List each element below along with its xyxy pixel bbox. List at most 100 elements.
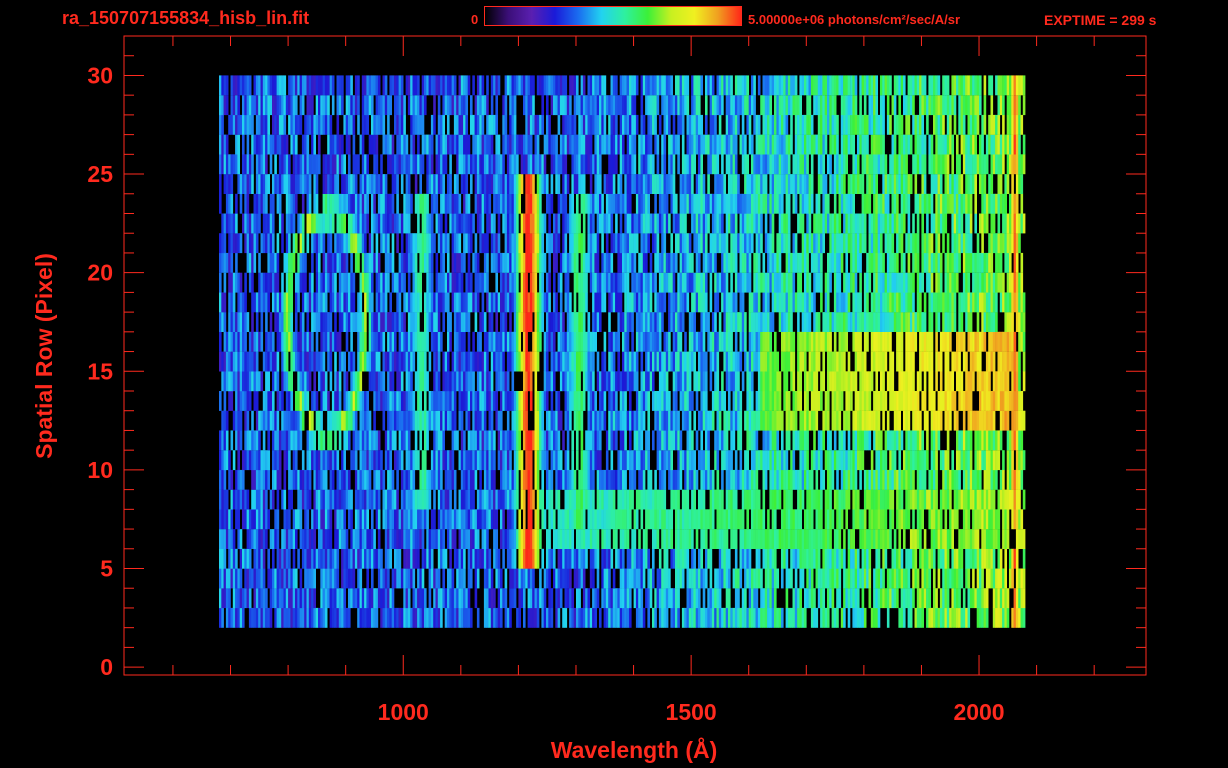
heatmap-cell: [813, 292, 816, 313]
heatmap-cell: [368, 450, 372, 471]
heatmap-cell: [523, 509, 526, 530]
heatmap-cell: [728, 292, 731, 313]
heatmap-cell: [559, 450, 563, 471]
heatmap-cell: [387, 568, 390, 589]
heatmap-cell: [686, 509, 690, 530]
heatmap-cell: [523, 489, 526, 510]
heatmap-cell: [571, 391, 574, 411]
heatmap-cell: [255, 489, 259, 510]
heatmap-cell: [299, 509, 303, 530]
heatmap-cell: [426, 331, 429, 352]
heatmap-cell: [414, 450, 418, 471]
heatmap-cell: [868, 469, 872, 490]
heatmap-cell: [880, 292, 883, 313]
heatmap-cell: [329, 489, 333, 510]
heatmap-cell: [281, 292, 284, 313]
heatmap-cell: [380, 588, 383, 609]
heatmap-cell: [972, 371, 975, 392]
heatmap-cell: [857, 548, 860, 569]
heatmap-cell: [757, 489, 761, 510]
heatmap-cell: [290, 331, 293, 352]
heatmap-cell: [863, 430, 867, 451]
heatmap-cell: [937, 292, 941, 313]
heatmap-cell: [239, 272, 243, 293]
heatmap-cell: [244, 588, 247, 609]
heatmap-cell: [1004, 312, 1007, 332]
heatmap-cell: [336, 292, 340, 313]
heatmap-cell: [366, 410, 369, 431]
heatmap-cell: [847, 450, 851, 471]
heatmap-cell: [1013, 607, 1017, 628]
heatmap-cell: [361, 588, 365, 609]
heatmap-cell: [516, 272, 519, 293]
heatmap-cell: [652, 529, 655, 549]
heatmap-cell: [930, 489, 934, 510]
heatmap-cell: [304, 548, 307, 569]
heatmap-cell: [398, 548, 402, 569]
heatmap-cell: [430, 410, 434, 431]
heatmap-cell: [334, 391, 337, 411]
heatmap-cell: [624, 410, 627, 431]
heatmap-cell: [638, 568, 641, 589]
heatmap-cell: [578, 607, 581, 628]
heatmap-cell: [318, 371, 321, 392]
heatmap-cell: [460, 607, 464, 628]
heatmap-cell: [596, 430, 600, 451]
heatmap-cell: [912, 489, 915, 510]
heatmap-cell: [599, 371, 602, 392]
heatmap-cell: [377, 391, 381, 411]
heatmap-cell: [783, 509, 786, 530]
heatmap-cell: [258, 607, 261, 628]
heatmap-cell: [799, 529, 802, 549]
heatmap-cell: [555, 529, 558, 549]
heatmap-cell: [357, 489, 360, 510]
heatmap-cell: [681, 351, 685, 372]
heatmap-cell: [361, 410, 365, 431]
heatmap-cell: [748, 568, 752, 589]
heatmap-cell: [578, 331, 581, 352]
heatmap-cell: [276, 588, 280, 609]
heatmap-cell: [688, 607, 692, 628]
heatmap-cell: [979, 450, 982, 471]
heatmap-cell: [566, 529, 570, 549]
heatmap-cell: [550, 312, 554, 332]
heatmap-cell: [324, 450, 328, 471]
heatmap-cell: [283, 489, 287, 510]
heatmap-cell: [1018, 331, 1021, 352]
heatmap-cell: [497, 292, 501, 313]
heatmap-cell: [348, 568, 351, 589]
heatmap-cell: [668, 588, 671, 609]
heatmap-cell: [847, 312, 851, 332]
heatmap-cell: [513, 489, 517, 510]
heatmap-cell: [553, 371, 556, 392]
heatmap-cell: [562, 371, 565, 392]
heatmap-cell: [734, 331, 738, 352]
heatmap-cell: [739, 351, 743, 372]
heatmap-cell: [610, 371, 614, 392]
heatmap-cell: [497, 410, 501, 431]
heatmap-cell: [403, 410, 406, 431]
heatmap-cell: [523, 469, 526, 490]
heatmap-cell: [785, 391, 789, 411]
heatmap-cell: [949, 371, 952, 392]
heatmap-cell: [813, 548, 816, 569]
heatmap-cell: [481, 351, 485, 372]
heatmap-cell: [935, 529, 938, 549]
heatmap-cell: [783, 371, 786, 392]
heatmap-cell: [582, 469, 586, 490]
heatmap-cell: [797, 509, 800, 530]
heatmap-cell: [640, 509, 644, 530]
heatmap-cell: [366, 469, 369, 490]
heatmap-cell: [1011, 331, 1014, 352]
heatmap-cell: [709, 469, 713, 490]
heatmap-cell: [707, 312, 710, 332]
heatmap-cell: [428, 351, 432, 372]
heatmap-cell: [633, 292, 637, 313]
heatmap-cell: [384, 588, 388, 609]
heatmap-cell: [1011, 430, 1014, 451]
heatmap-cell: [781, 548, 784, 569]
heatmap-cell: [857, 607, 860, 628]
heatmap-cell: [969, 588, 973, 609]
heatmap-cell: [532, 292, 535, 313]
heatmap-cell: [481, 450, 485, 471]
